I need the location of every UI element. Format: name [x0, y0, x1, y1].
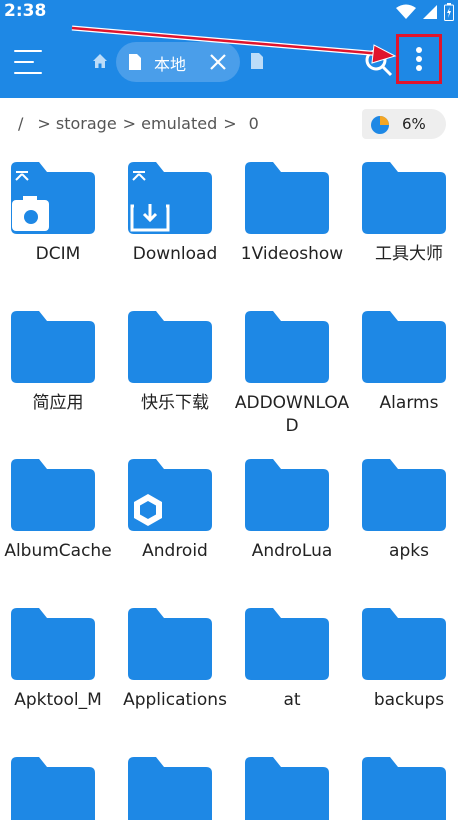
folder-name: at [283, 690, 301, 710]
battery-icon [444, 3, 454, 21]
folder-name: apks [389, 541, 429, 561]
breadcrumb-current[interactable]: 0 [249, 114, 259, 133]
folder-name: AlbumCache [4, 541, 112, 561]
breadcrumb-emulated[interactable]: > emulated [123, 114, 218, 133]
breadcrumb-root[interactable]: / [18, 114, 23, 133]
folder-name: Apktool_M [14, 690, 102, 710]
folder-icon [128, 162, 212, 234]
folder-icon [245, 608, 329, 680]
folder-icon [362, 311, 446, 383]
breadcrumb-separator: > [223, 114, 237, 133]
menu-line [14, 61, 34, 63]
folder-icon [128, 608, 212, 680]
folder-name: DCIM [35, 244, 81, 264]
folder-name: Applications [123, 690, 227, 710]
folder-icon [362, 162, 446, 234]
folder-name: 1Videoshow [240, 244, 344, 264]
close-icon[interactable] [208, 52, 228, 72]
folder-name: Alarms [379, 393, 439, 413]
folder-icon [11, 608, 95, 680]
menu-button[interactable] [14, 50, 44, 74]
folder-icon [245, 757, 329, 820]
home-icon[interactable] [92, 53, 108, 69]
folder-icon [11, 162, 95, 234]
folder-icon [128, 757, 212, 820]
status-icons [396, 3, 454, 21]
folder-icon [245, 459, 329, 531]
tab-local[interactable]: 本地 [116, 42, 240, 82]
search-icon[interactable] [364, 48, 394, 78]
folder-icon [245, 311, 329, 383]
folder-name: Android [142, 541, 208, 561]
menu-line [14, 72, 42, 74]
folder-icon [128, 459, 212, 531]
breadcrumb-storage[interactable]: > storage [37, 114, 116, 133]
menu-line [14, 50, 42, 52]
storage-percent: 6% [402, 115, 426, 133]
storage-usage-chip[interactable]: 6% [362, 109, 446, 139]
folder-name: AndroLua [251, 541, 333, 561]
signal-icon [423, 5, 437, 19]
document-icon [129, 54, 141, 70]
pie-chart-icon [371, 116, 389, 134]
more-options-button[interactable] [396, 34, 442, 84]
folder-icon [362, 757, 446, 820]
path-bar: / > storage > emulated > 0 6% [0, 98, 458, 150]
breadcrumb: / > storage > emulated > 0 [18, 114, 259, 133]
tab-label: 本地 [154, 55, 187, 74]
folder-icon [362, 459, 446, 531]
wifi-icon [396, 4, 416, 19]
folder-icon [11, 311, 95, 383]
more-dot [416, 56, 422, 62]
folder-icon [128, 311, 212, 383]
folder-icon [11, 459, 95, 531]
folder-name: 工具大师 [375, 244, 443, 264]
folder-name: 快乐下载 [141, 393, 209, 413]
folder-icon [362, 608, 446, 680]
status-bar: 2:38 [0, 0, 458, 24]
more-dot [416, 47, 422, 53]
more-dot [416, 65, 422, 71]
app-bar: 本地 [0, 24, 458, 98]
folder-name: ADDOWNLOAD [234, 393, 350, 436]
folder-name: Download [132, 244, 218, 264]
folder-name: backups [373, 690, 445, 710]
folder-name: 简应用 [32, 393, 84, 413]
folder-icon [11, 757, 95, 820]
document-tab-icon[interactable] [250, 52, 264, 70]
folder-icon [245, 162, 329, 234]
status-time: 2:38 [4, 1, 47, 21]
